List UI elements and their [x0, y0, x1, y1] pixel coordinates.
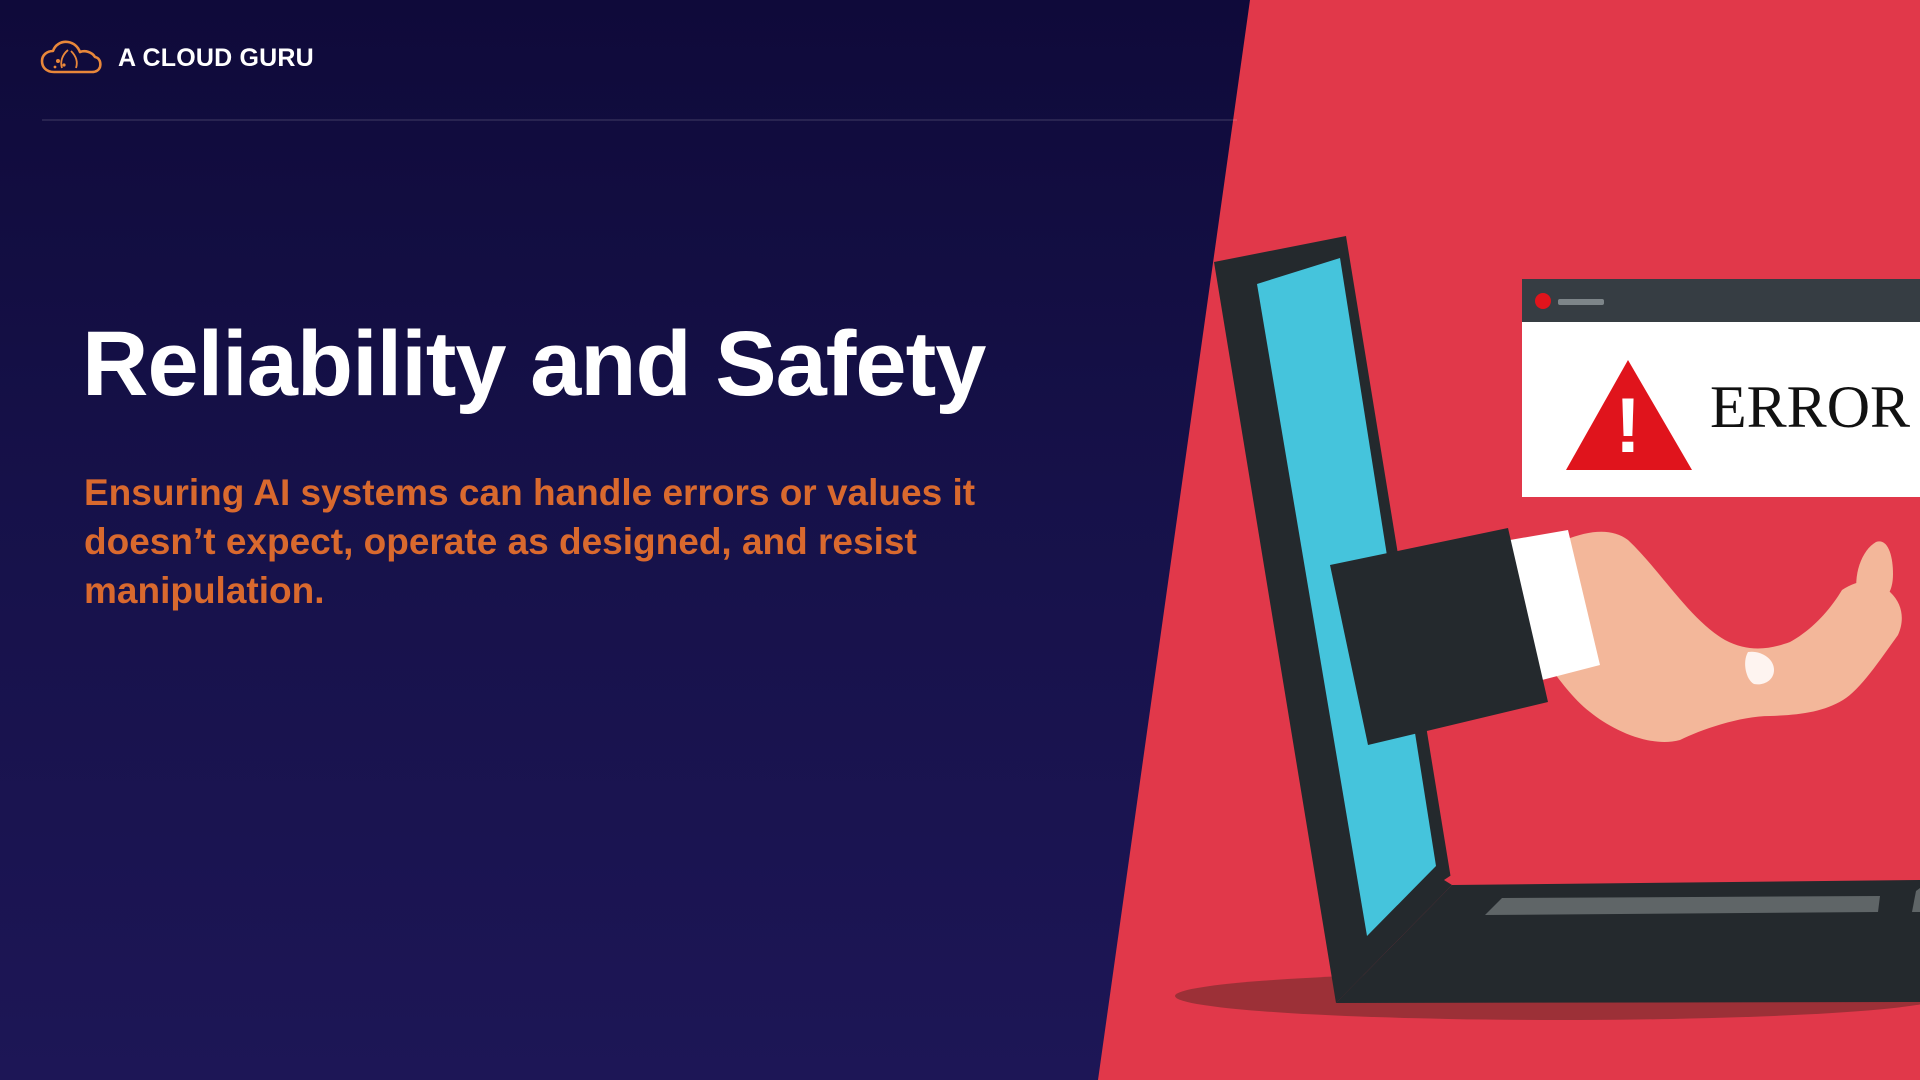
- error-window-icon: ! ERROR: [1522, 279, 1920, 497]
- error-label: ERROR: [1710, 374, 1910, 440]
- brand-name: A CLOUD GURU: [118, 43, 314, 72]
- slide-subtitle: Ensuring AI systems can handle errors or…: [84, 472, 976, 611]
- cloud-logo-icon: [40, 40, 102, 74]
- warning-exclamation: !: [1615, 381, 1641, 469]
- brand: A CLOUD GURU: [40, 38, 314, 78]
- header-divider: [42, 119, 1237, 121]
- slide: ! ERROR A CLOUD GURU Reliability and Saf…: [0, 0, 1920, 1080]
- laptop-keyboard: [1485, 896, 1880, 915]
- slide-title: Reliability and Safety: [82, 313, 986, 415]
